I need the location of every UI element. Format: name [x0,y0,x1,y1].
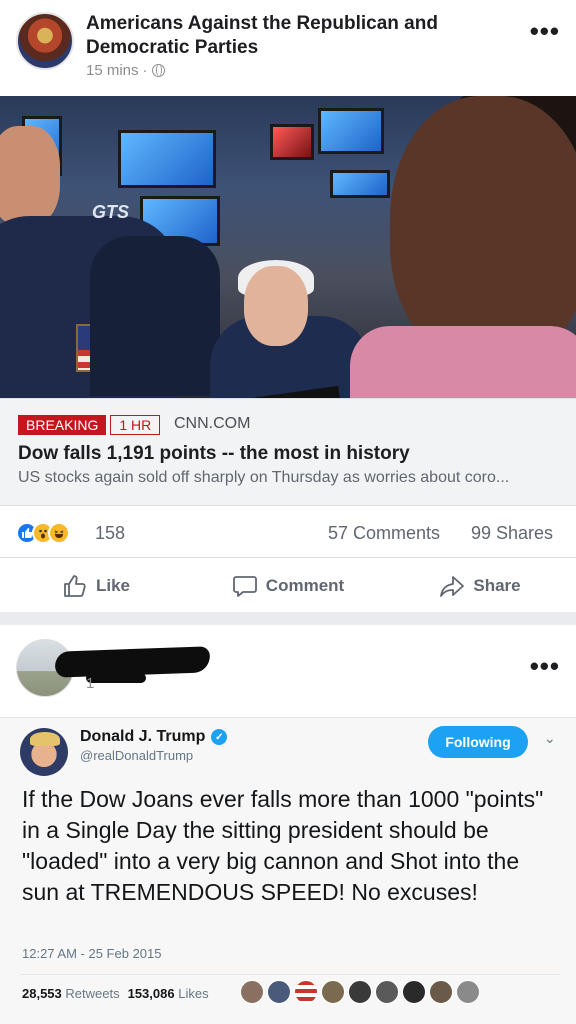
link-headline[interactable]: Dow falls 1,191 points -- the most in hi… [18,443,410,465]
liker-avatar [456,980,480,1004]
retweets-count: 28,553 [22,986,62,1001]
link-description: US stocks again sold off sharply on Thur… [18,469,510,486]
verified-icon: ✓ [211,729,228,745]
tweet-handle[interactable]: @realDonaldTrump [80,748,193,763]
post-timestamp[interactable]: 15 mins [86,62,139,79]
thumbs-up-icon [64,575,86,597]
link-preview[interactable]: BREAKING 1 HR CNN.COM Dow falls 1,191 po… [0,398,576,506]
post-meta: 15 mins · [86,62,165,79]
liker-avatar [429,980,453,1004]
embedded-tweet[interactable]: Donald J. Trump ✓ @realDonaldTrump Follo… [0,717,576,1024]
share-label: Share [473,576,521,595]
liker-avatar [321,980,345,1004]
liker-avatar [375,980,399,1004]
chevron-down-icon[interactable]: ⌄ [544,730,556,747]
retweets-label: Retweets [65,986,120,1001]
tweet-text: If the Dow Joans ever falls more than 10… [22,786,544,905]
divider [20,974,560,975]
link-domain: CNN.COM [174,415,251,432]
tweet-author-name: Donald J. Trump [80,728,206,745]
like-button[interactable]: Like [0,560,192,612]
globe-icon [151,64,165,77]
like-label: Like [95,576,131,595]
post-image[interactable]: GTS [0,96,576,398]
liker-avatar [348,980,372,1004]
breaking-label: BREAKING [18,415,107,435]
tweet-author[interactable]: Donald J. Trump ✓ [80,728,228,746]
tweet-stats: 28,553 Retweets 153,086 Likes [22,986,209,1001]
shares-count[interactable]: 99 Shares [471,523,553,544]
page-name[interactable]: Americans Against the Republican and Dem… [86,12,486,60]
comments-count[interactable]: 57 Comments [328,523,440,544]
liker-avatar [294,980,318,1004]
comment-button[interactable]: Comment [192,560,384,612]
retweets-stat[interactable]: 28,553 Retweets [22,986,120,1001]
share-button[interactable]: Share [384,560,576,612]
comment-label: Comment [265,576,345,595]
post-card: 1 ••• Donald J. Trump ✓ @realDonaldTrump… [0,625,576,1024]
page-avatar[interactable] [16,12,74,70]
share-icon [440,576,465,597]
breaking-badge: BREAKING 1 HR [18,415,161,435]
comment-icon [232,576,257,597]
liker-avatar [267,980,291,1004]
more-options-button[interactable]: ••• [530,18,560,44]
likes-count: 153,086 [127,986,175,1001]
post-card: Americans Against the Republican and Dem… [0,0,576,612]
liker-avatar [240,980,264,1004]
more-options-button[interactable]: ••• [530,653,560,679]
liker-avatars[interactable] [240,980,480,1004]
following-button[interactable]: Following [428,726,528,758]
action-bar: Like Comment Share [0,560,576,612]
breaking-time: 1 HR [110,415,161,435]
image-text: GTS [92,202,130,222]
tweet-avatar[interactable] [20,728,68,776]
liker-avatar [402,980,426,1004]
haha-reaction-icon [48,522,70,544]
redacted-meta [86,673,146,683]
meta-separator: · [142,62,148,79]
likes-label: Likes [178,986,209,1001]
post-meta: 1 [86,675,95,692]
reactions-bar: 158 57 Comments 99 Shares [0,510,576,558]
tweet-timestamp[interactable]: 12:27 AM - 25 Feb 2015 [22,946,161,961]
likes-stat[interactable]: 153,086 Likes [128,986,209,1001]
reaction-count[interactable]: 158 [95,523,125,544]
reaction-icons[interactable] [16,522,70,544]
